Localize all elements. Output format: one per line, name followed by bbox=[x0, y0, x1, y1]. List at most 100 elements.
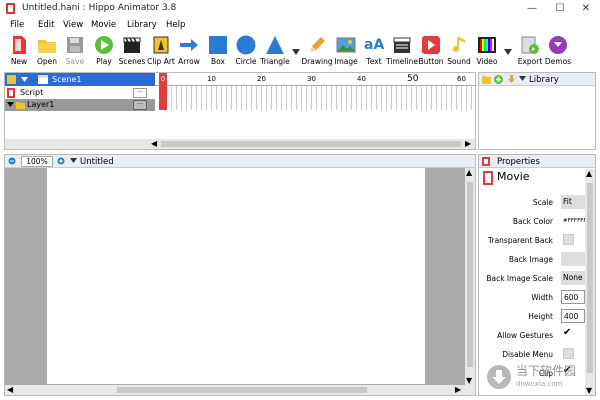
video-label: Video bbox=[476, 57, 498, 66]
demos-icon bbox=[549, 36, 567, 54]
folder-icon[interactable] bbox=[482, 75, 491, 84]
add-icon[interactable] bbox=[494, 75, 503, 84]
prop-label: Scale bbox=[532, 198, 553, 207]
button-icon bbox=[422, 36, 440, 54]
collapse-triangle-icon[interactable] bbox=[70, 158, 77, 163]
scroll-thumb[interactable] bbox=[117, 387, 367, 393]
scale-select[interactable]: Fit bbox=[561, 195, 585, 209]
scroll-left-icon[interactable]: ◀ bbox=[7, 385, 13, 395]
back-image-field[interactable] bbox=[561, 252, 585, 266]
video-icon bbox=[478, 37, 496, 53]
back-image-scale-select[interactable]: None bbox=[561, 271, 585, 285]
canvas-vertical-scrollbar[interactable]: ▲ ▼ bbox=[465, 168, 475, 385]
clapperboard-icon bbox=[123, 37, 141, 53]
collapse-triangle-icon[interactable] bbox=[7, 102, 14, 107]
menu-library[interactable]: Library bbox=[127, 20, 157, 30]
timeline-horizontal-scrollbar[interactable]: ◀ ▶ bbox=[5, 139, 475, 149]
prop-label: Allow Gestures bbox=[497, 331, 553, 340]
menu-file[interactable]: File bbox=[10, 20, 24, 30]
scroll-up-icon[interactable]: ▲ bbox=[466, 168, 472, 177]
library-panel: Library bbox=[478, 72, 596, 150]
properties-icon bbox=[482, 157, 490, 166]
maximize-button[interactable]: ☐ bbox=[546, 0, 574, 18]
demos-button[interactable]: Demos bbox=[543, 35, 573, 71]
pencil-icon bbox=[310, 37, 325, 52]
new-document-icon bbox=[13, 36, 26, 54]
watermark-sub: downxia.com bbox=[516, 380, 563, 388]
height-input[interactable]: 400 bbox=[561, 309, 585, 323]
width-input[interactable]: 600 bbox=[561, 290, 585, 304]
object-name: Movie bbox=[497, 170, 530, 183]
layer-more-button[interactable]: ··· bbox=[133, 100, 147, 110]
toolbar: New Open Save Play Scenes Clip Art Arrow… bbox=[0, 33, 600, 71]
script-more-button[interactable]: ··· bbox=[133, 88, 147, 98]
scroll-left-icon[interactable]: ◀ bbox=[151, 139, 157, 149]
object-header: Movie bbox=[479, 169, 585, 187]
prop-label: Back Image Scale bbox=[486, 274, 553, 283]
square-icon bbox=[209, 36, 227, 54]
prop-label: Height bbox=[528, 312, 553, 321]
import-arrow-icon[interactable] bbox=[507, 75, 516, 84]
demos-label: Demos bbox=[544, 57, 572, 66]
collapse-triangle-icon[interactable] bbox=[519, 76, 526, 81]
canvas-header: 100% Untitled bbox=[5, 155, 475, 168]
scroll-thumb[interactable] bbox=[161, 141, 461, 147]
picture-icon bbox=[336, 37, 356, 53]
ruler-tick: 20 bbox=[257, 75, 266, 83]
prop-label: Width bbox=[531, 293, 553, 302]
menu-help[interactable]: Help bbox=[166, 20, 185, 30]
canvas-horizontal-scrollbar[interactable]: ◀ ▶ bbox=[5, 385, 475, 395]
timeline-ruler[interactable]: 10 20 30 40 50 60 bbox=[155, 73, 475, 86]
playhead-frame[interactable]: 0 bbox=[159, 73, 167, 86]
app-icon bbox=[6, 3, 15, 14]
zoom-in-icon[interactable] bbox=[57, 157, 66, 166]
shape-dropdown-arrow-icon[interactable] bbox=[292, 49, 300, 55]
scroll-right-icon[interactable]: ▶ bbox=[465, 139, 471, 149]
menu-view[interactable]: View bbox=[63, 20, 83, 30]
folder-icon bbox=[16, 102, 25, 109]
stage-canvas[interactable] bbox=[47, 168, 425, 384]
prop-height: Height 400 bbox=[479, 308, 585, 327]
collapse-triangle-icon[interactable] bbox=[21, 77, 28, 82]
scroll-right-icon[interactable]: ▶ bbox=[455, 385, 461, 395]
arrow-icon bbox=[180, 39, 198, 51]
text-icon: aA bbox=[364, 37, 385, 53]
zoom-input[interactable]: 100% bbox=[21, 156, 53, 167]
zoom-out-icon[interactable] bbox=[8, 157, 17, 166]
video-tool-button[interactable]: Video bbox=[472, 35, 502, 71]
media-dropdown-arrow-icon[interactable] bbox=[504, 49, 512, 55]
movie-icon bbox=[483, 171, 493, 185]
watermark: 当下软件园 downxia.com bbox=[482, 358, 596, 396]
layer-row[interactable]: Layer1 ··· bbox=[5, 99, 155, 111]
layer-label: Layer1 bbox=[27, 100, 55, 109]
scroll-thumb[interactable] bbox=[587, 183, 593, 373]
ruler-tick: 50 bbox=[407, 74, 419, 84]
scroll-down-icon[interactable]: ▼ bbox=[466, 376, 472, 385]
transparent-back-checkbox[interactable] bbox=[563, 234, 574, 245]
floppy-disk-icon bbox=[67, 37, 83, 53]
folder-icon bbox=[38, 40, 56, 53]
scroll-up-icon[interactable]: ▲ bbox=[586, 169, 592, 178]
scene-name: Scene1 bbox=[52, 75, 82, 84]
export-icon bbox=[521, 36, 539, 54]
ruler-tick: 40 bbox=[357, 75, 366, 83]
scroll-thumb[interactable] bbox=[467, 182, 473, 367]
frame-grid[interactable] bbox=[157, 86, 475, 110]
window-title: Untitled.hani : Hippo Animator 3.8 bbox=[22, 3, 177, 13]
back-color-swatch[interactable]: #FFFFFF bbox=[561, 214, 587, 228]
menu-edit[interactable]: Edit bbox=[38, 20, 54, 30]
scene-toggle-icon[interactable] bbox=[7, 75, 16, 84]
script-icon bbox=[7, 88, 15, 98]
scene-header[interactable]: Scene1 bbox=[5, 73, 155, 86]
timeline-panel: Scene1 10 20 30 40 50 60 0 Script ··· La… bbox=[4, 72, 476, 150]
triangle-tool-button[interactable]: Triangle bbox=[260, 35, 290, 71]
prop-allow-gestures: Allow Gestures bbox=[479, 327, 585, 346]
close-button[interactable]: ✕ bbox=[572, 0, 600, 18]
menu-movie[interactable]: Movie bbox=[91, 20, 116, 30]
ruler-tick: 60 bbox=[457, 75, 466, 83]
allow-gestures-checkbox[interactable] bbox=[563, 327, 574, 340]
minimize-button[interactable]: — bbox=[518, 0, 546, 18]
music-note-icon bbox=[453, 37, 465, 52]
prop-back-image-scale: Back Image Scale None bbox=[479, 270, 585, 289]
playhead-line[interactable] bbox=[159, 86, 167, 110]
